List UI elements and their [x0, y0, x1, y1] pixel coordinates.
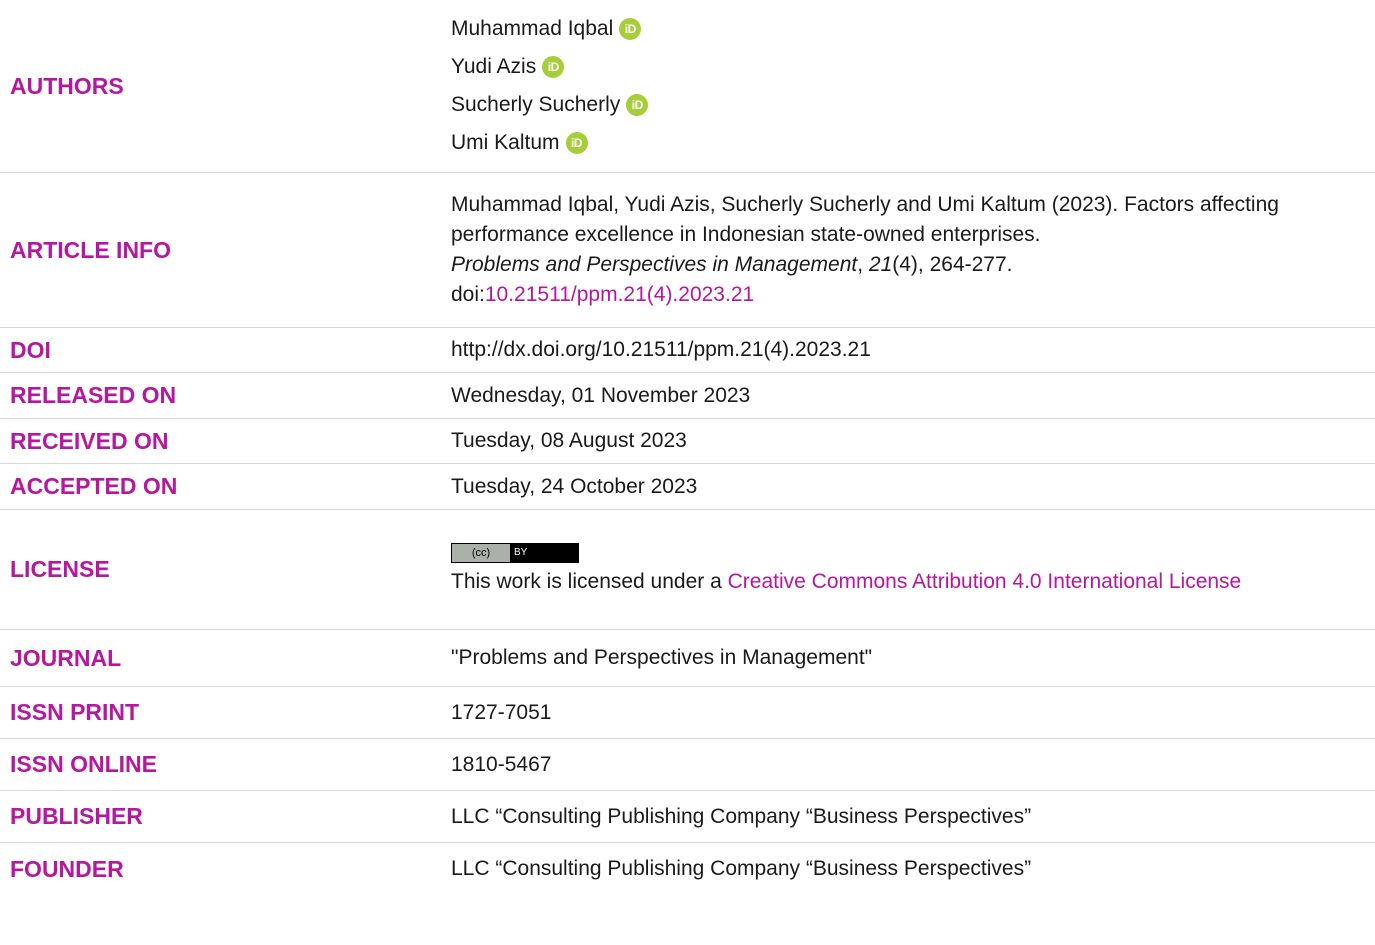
row-founder: FOUNDER LLC “Consulting Publishing Compa… [0, 843, 1375, 895]
license-label: LICENSE [10, 556, 110, 582]
released-value: Wednesday, 01 November 2023 [451, 383, 751, 407]
author-name[interactable]: Sucherly Sucherly [451, 90, 620, 120]
authors-list: Muhammad Iqbal iD Yudi Azis iD Sucherly … [441, 0, 1375, 172]
accepted-value: Tuesday, 24 October 2023 [451, 474, 698, 498]
cc-by-badge[interactable]: (cc) BY [451, 542, 579, 563]
row-publisher: PUBLISHER LLC “Consulting Publishing Com… [0, 791, 1375, 843]
cc-icon: (cc) [452, 543, 510, 562]
row-issn-print: ISSN PRINT 1727-7051 [0, 687, 1375, 739]
doi-prefix: doi: [451, 283, 485, 306]
row-doi: DOI http://dx.doi.org/10.21511/ppm.21(4)… [0, 328, 1375, 373]
issn-online-label: ISSN ONLINE [10, 751, 157, 777]
orcid-icon[interactable]: iD [565, 132, 588, 154]
row-authors: AUTHORS Muhammad Iqbal iD Yudi Azis iD S… [0, 0, 1375, 173]
citation-volume: 21 [868, 253, 893, 276]
row-received: RECEIVED ON Tuesday, 08 August 2023 [0, 419, 1375, 464]
orcid-icon[interactable]: iD [542, 56, 565, 78]
founder-value: LLC “Consulting Publishing Company “Busi… [451, 857, 1032, 880]
publisher-value: LLC “Consulting Publishing Company “Busi… [451, 804, 1032, 828]
article-info-table: AUTHORS Muhammad Iqbal iD Yudi Azis iD S… [0, 0, 1375, 895]
orcid-icon[interactable]: iD [619, 18, 642, 40]
journal-label: JOURNAL [10, 644, 122, 671]
article-info-label: ARTICLE INFO [10, 236, 171, 263]
author-item: Yudi Azis iD [451, 48, 1345, 86]
author-name[interactable]: Umi Kaltum [451, 128, 560, 158]
citation-separator: , [857, 253, 869, 276]
founder-label: FOUNDER [10, 855, 124, 882]
by-icon: BY [514, 546, 528, 558]
author-item: Umi Kaltum iD [451, 124, 1345, 162]
article-info-citation: Muhammad Iqbal, Yudi Azis, Sucherly Such… [441, 173, 1375, 327]
citation-issue-pages: (4), 264-277. [892, 253, 1013, 276]
doi-label: DOI [10, 336, 51, 363]
row-accepted: ACCEPTED ON Tuesday, 24 October 2023 [0, 464, 1375, 510]
row-license: LICENSE (cc) BY This work is licensed un… [0, 510, 1375, 630]
orcid-icon[interactable]: iD [626, 94, 649, 116]
journal-value: "Problems and Perspectives in Management… [451, 646, 873, 669]
received-value: Tuesday, 08 August 2023 [451, 429, 687, 452]
license-link[interactable]: Creative Commons Attribution 4.0 Interna… [728, 570, 1242, 593]
doi-value: http://dx.doi.org/10.21511/ppm.21(4).202… [451, 338, 871, 361]
license-text: This work is licensed under a [451, 569, 728, 593]
row-article-info: ARTICLE INFO Muhammad Iqbal, Yudi Azis, … [0, 173, 1375, 328]
row-issn-online: ISSN ONLINE 1810-5467 [0, 739, 1375, 791]
received-label: RECEIVED ON [10, 427, 169, 454]
citation-journal: Problems and Perspectives in Management [451, 253, 858, 276]
authors-label: AUTHORS [10, 72, 124, 99]
row-journal: JOURNAL "Problems and Perspectives in Ma… [0, 630, 1375, 687]
author-item: Muhammad Iqbal iD [451, 10, 1345, 48]
row-released: RELEASED ON Wednesday, 01 November 2023 [0, 373, 1375, 419]
author-item: Sucherly Sucherly iD [451, 86, 1345, 124]
author-name[interactable]: Muhammad Iqbal [451, 14, 613, 44]
publisher-label: PUBLISHER [10, 803, 143, 829]
citation-doi-link[interactable]: 10.21511/ppm.21(4).2023.21 [485, 283, 754, 306]
issn-print-label: ISSN PRINT [10, 699, 140, 725]
issn-print-value: 1727-7051 [451, 700, 552, 724]
license-value: (cc) BY This work is licensed under a Cr… [441, 510, 1375, 629]
citation-text: Muhammad Iqbal, Yudi Azis, Sucherly Such… [451, 193, 1279, 246]
author-name[interactable]: Yudi Azis [451, 52, 536, 82]
issn-online-value: 1810-5467 [451, 752, 552, 776]
accepted-label: ACCEPTED ON [10, 473, 178, 499]
released-label: RELEASED ON [10, 382, 177, 408]
